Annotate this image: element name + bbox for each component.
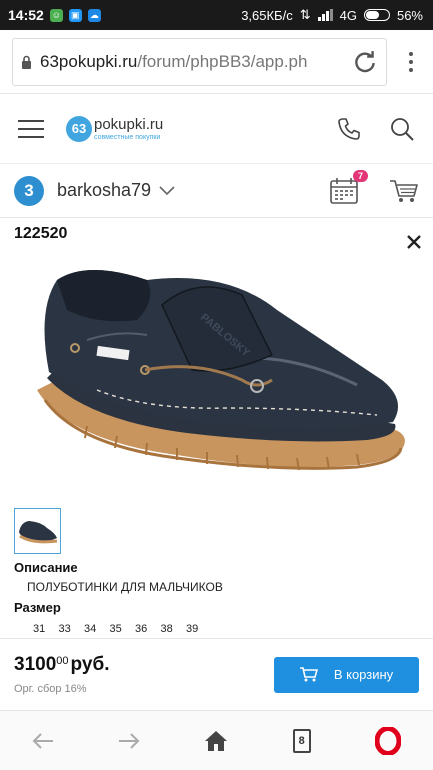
lock-icon (22, 55, 31, 69)
size-title: Размер (14, 600, 61, 615)
price: 310000 руб. (14, 653, 110, 675)
opera-icon[interactable] (374, 726, 401, 755)
logo-name: pokupki.ru (94, 115, 164, 133)
forward-icon[interactable] (118, 732, 140, 750)
size-list: 31 33 34 35 36 38 39 (14, 623, 419, 635)
search-icon[interactable] (389, 116, 415, 142)
size-option[interactable]: 34 (84, 623, 110, 635)
browser-menu-button[interactable] (401, 51, 421, 72)
cloud-notification-icon: ☁ (87, 8, 101, 22)
close-icon[interactable] (407, 235, 421, 249)
network-speed: 3,65КБ/с (241, 7, 293, 23)
data-transfer-icon: ⇅ (299, 7, 311, 22)
status-bar: 14:52 ☺ ▣ ☁ 3,65КБ/с ⇅ 4G 56% (0, 0, 433, 30)
shoe-image: PABLOSKY (36, 269, 405, 470)
reload-icon[interactable] (352, 49, 378, 75)
logo-badge: 63 (66, 115, 92, 142)
user-bar: 3 barkosha79 7 (0, 164, 433, 218)
size-option[interactable]: 35 (110, 623, 136, 635)
product-description: ПОЛУБОТИНКИ ДЛЯ МАЛЬЧИКОВ (27, 580, 223, 594)
app-notification-icon: ▣ (68, 8, 82, 22)
cart-icon (299, 667, 318, 682)
size-option[interactable]: 31 (33, 623, 59, 635)
product-thumbnail[interactable] (14, 508, 61, 554)
size-option[interactable]: 33 (59, 623, 85, 635)
organizer-fee: Орг. сбор 16% (14, 682, 87, 695)
cart-icon[interactable] (389, 178, 419, 204)
browser-toolbar: 63pokupki.ru/forum/phpBB3/app.ph (0, 30, 433, 94)
username[interactable]: barkosha79 (57, 180, 151, 201)
shoe-thumbnail-image (18, 521, 57, 544)
home-icon[interactable] (204, 730, 228, 752)
avatar[interactable]: 3 (14, 175, 44, 206)
site-header: 63 pokupki.ru совместные покупки (0, 94, 433, 164)
menu-icon[interactable] (18, 119, 44, 138)
signal-icon (317, 9, 333, 21)
size-option[interactable]: 36 (135, 623, 161, 635)
size-option[interactable]: 39 (186, 623, 212, 635)
battery-icon (363, 9, 390, 21)
tabs-icon[interactable]: 8 (292, 728, 311, 753)
product-id: 122520 (14, 225, 68, 242)
size-option[interactable]: 38 (161, 623, 187, 635)
status-time: 14:52 (8, 7, 44, 23)
product-photo[interactable]: PABLOSKY (14, 247, 419, 492)
calendar-button[interactable]: 7 (329, 169, 368, 205)
site-logo[interactable]: 63 pokupki.ru совместные покупки (66, 115, 164, 142)
product-card: 122520 PABLOSKY Описание ПОЛУБОТИНКИ ДЛЯ… (0, 225, 433, 635)
description-title: Описание (14, 560, 78, 575)
network-type: 4G (339, 7, 357, 23)
chevron-down-icon[interactable] (159, 185, 175, 196)
logo-tagline: совместные покупки (94, 133, 161, 141)
battery-level: 56% (396, 7, 423, 23)
calendar-badge: 7 (352, 169, 368, 182)
phone-icon[interactable] (337, 117, 361, 141)
purchase-bar: 310000 руб. Орг. сбор 16% В корзину (0, 638, 433, 710)
browser-bottom-nav: 8 (0, 710, 433, 770)
url-text: 63pokupki.ru/forum/phpBB3/app.ph (40, 51, 308, 71)
add-to-cart-button[interactable]: В корзину (274, 656, 419, 693)
back-icon[interactable] (32, 732, 54, 750)
add-to-cart-label: В корзину (333, 667, 394, 682)
address-bar[interactable]: 63pokupki.ru/forum/phpBB3/app.ph (12, 37, 387, 86)
app-notification-icon: ☺ (49, 8, 63, 22)
